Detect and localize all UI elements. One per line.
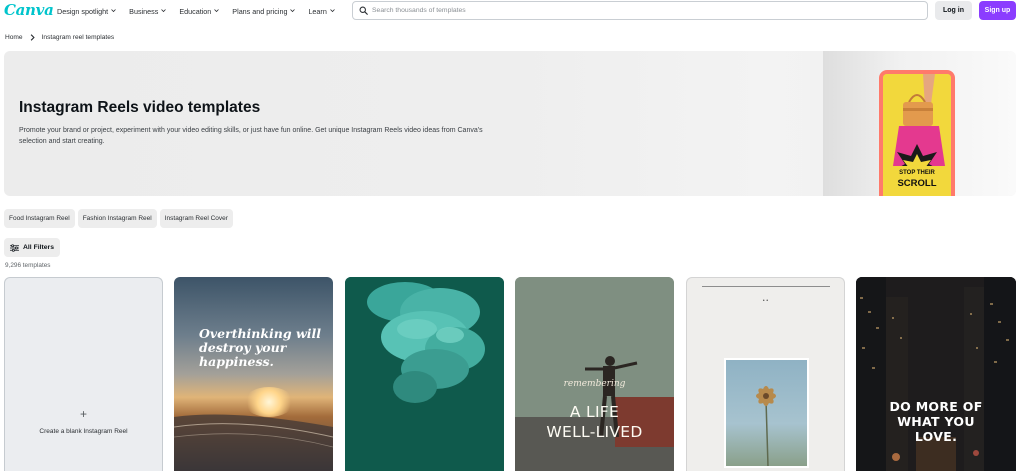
top-navigation-bar: Canva Design spotlight Business Educatio… bbox=[0, 0, 1024, 22]
plus-icon: + bbox=[79, 407, 87, 421]
beach-quote-text: Overthinking will destroy your happiness… bbox=[199, 326, 321, 369]
template-card-do-more[interactable]: DO MORE OF WHAT YOU LOVE. bbox=[856, 277, 1016, 471]
breadcrumb-home[interactable]: Home bbox=[5, 34, 23, 41]
breadcrumb-current: Instagram reel templates bbox=[41, 34, 115, 41]
decorative-dots: • • bbox=[762, 298, 769, 304]
template-card-overthinking[interactable]: Overthinking will destroy your happiness… bbox=[174, 277, 333, 471]
template-card-ink[interactable] bbox=[345, 277, 504, 471]
chevron-down-icon bbox=[214, 8, 220, 12]
chevron-down-icon bbox=[161, 8, 167, 12]
chevron-down-icon bbox=[111, 8, 116, 12]
page-title: Instagram Reels video templates bbox=[19, 99, 261, 116]
search-bar[interactable] bbox=[352, 1, 928, 20]
create-blank-label: Create a blank Instagram Reel bbox=[39, 428, 128, 435]
chip-food-instagram-reel[interactable]: Food Instagram Reel bbox=[4, 209, 75, 228]
city-headline: DO MORE OF WHAT YOU LOVE. bbox=[856, 399, 1016, 444]
template-card-life-well-lived[interactable]: remembering A LIFE WELL-LIVED bbox=[515, 277, 674, 471]
search-input[interactable] bbox=[372, 7, 912, 14]
phone-caption-line1: STOP THEIR bbox=[899, 170, 935, 176]
template-count: 9,296 templates bbox=[5, 262, 51, 269]
template-card-flower[interactable]: • • bbox=[686, 277, 845, 471]
person-headline-line2: WELL-LIVED bbox=[546, 423, 643, 441]
ink-cloud-image bbox=[345, 277, 504, 471]
search-icon bbox=[359, 6, 368, 15]
chevron-down-icon bbox=[290, 8, 296, 12]
flower-image bbox=[756, 386, 776, 467]
sliders-icon bbox=[10, 243, 19, 252]
nav-business-label: Business bbox=[129, 6, 159, 16]
page-description: Promote your brand or project, experimen… bbox=[19, 127, 483, 145]
phone-caption-line2: SCROLL bbox=[897, 178, 936, 189]
city-headline-line1: DO MORE OF bbox=[889, 399, 983, 414]
create-blank-card[interactable]: + Create a blank Instagram Reel bbox=[4, 277, 163, 471]
nav-education[interactable]: Education bbox=[179, 6, 220, 16]
flower-photo bbox=[724, 358, 809, 468]
nav-design-spotlight-label: Design spotlight bbox=[57, 6, 109, 16]
nav-plans-and-pricing[interactable]: Plans and pricing bbox=[232, 6, 296, 16]
chip-fashion-instagram-reel[interactable]: Fashion Instagram Reel bbox=[77, 209, 157, 228]
breadcrumb: Home Instagram reel templates bbox=[5, 34, 114, 41]
canva-logo[interactable]: Canva bbox=[4, 1, 54, 19]
chip-instagram-reel-cover[interactable]: Instagram Reel Cover bbox=[159, 209, 233, 228]
login-button[interactable]: Log in bbox=[935, 1, 972, 20]
person-script-text: remembering bbox=[563, 379, 626, 389]
city-headline-line3: LOVE. bbox=[914, 429, 958, 444]
all-filters-button[interactable]: All Filters bbox=[4, 238, 60, 257]
city-headline-line2: WHAT YOU bbox=[897, 414, 975, 429]
nav-learn[interactable]: Learn bbox=[308, 6, 335, 16]
hero-banner: Instagram Reels video templates Promote … bbox=[4, 51, 1016, 196]
nav-design-spotlight[interactable]: Design spotlight bbox=[57, 7, 116, 16]
chevron-right-icon bbox=[30, 34, 35, 41]
hero-phone-illustration: STOP THEIR SCROLL bbox=[879, 70, 955, 196]
all-filters-label: All Filters bbox=[23, 244, 54, 251]
phone-artwork-image: STOP THEIR SCROLL bbox=[883, 74, 951, 196]
nav-learn-label: Learn bbox=[308, 6, 327, 16]
nav-education-label: Education bbox=[179, 6, 212, 16]
category-chips: Food Instagram Reel Fashion Instagram Re… bbox=[4, 209, 236, 228]
main-nav: Design spotlight Business Education Plan… bbox=[57, 0, 348, 22]
nav-plans-and-pricing-label: Plans and pricing bbox=[232, 6, 288, 16]
signup-button[interactable]: Sign up bbox=[979, 1, 1016, 20]
person-headline-line1: A LIFE bbox=[569, 403, 620, 421]
divider-line bbox=[702, 286, 830, 287]
nav-business[interactable]: Business bbox=[129, 6, 167, 16]
chevron-down-icon bbox=[330, 8, 335, 12]
beach-scene-image bbox=[174, 414, 333, 471]
person-headline: A LIFE WELL-LIVED bbox=[515, 402, 674, 442]
